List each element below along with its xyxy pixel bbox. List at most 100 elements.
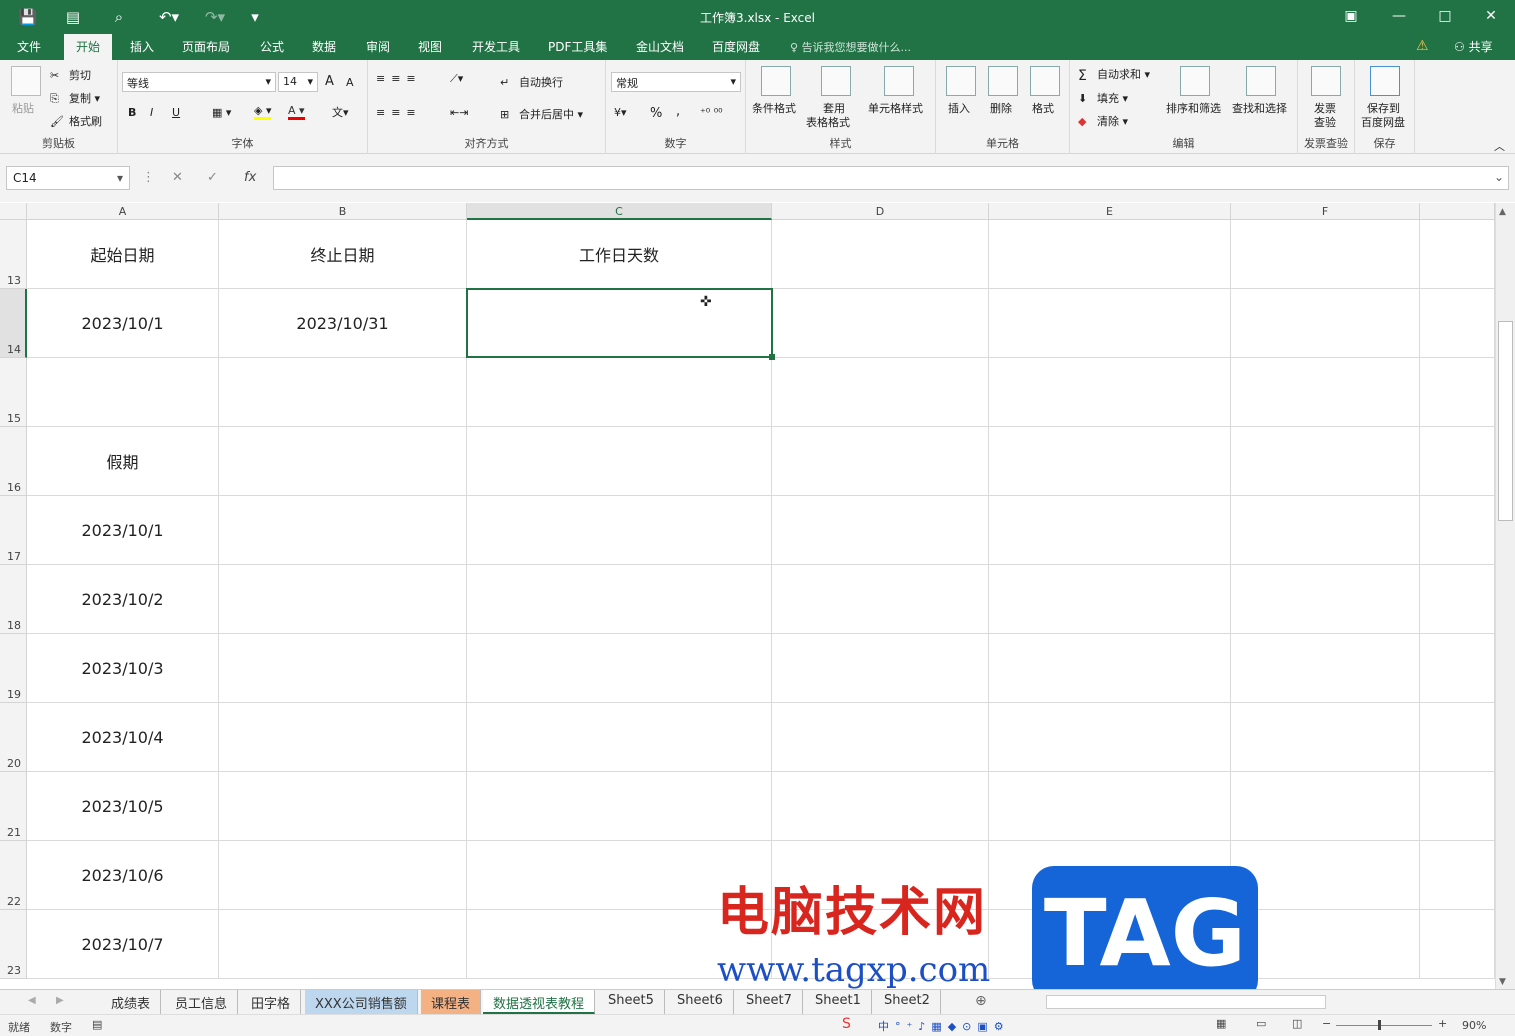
- cell[interactable]: [467, 703, 772, 772]
- cell[interactable]: [1231, 358, 1420, 427]
- autosum-button[interactable]: Σ 自动求和 ▾: [1078, 66, 1150, 84]
- cell[interactable]: [1420, 910, 1495, 979]
- warning-icon[interactable]: ⚠: [1416, 38, 1429, 54]
- tab-home[interactable]: 开始: [64, 34, 113, 60]
- format-table-label2[interactable]: 表格格式: [806, 114, 850, 130]
- delete-cells-icon[interactable]: [988, 66, 1018, 96]
- zoom-in-icon[interactable]: +: [1438, 1017, 1447, 1030]
- font-name-combo[interactable]: 等线 ▾: [122, 72, 276, 92]
- cell[interactable]: 2023/10/7: [27, 910, 219, 979]
- cell[interactable]: [1231, 496, 1420, 565]
- cell[interactable]: [1420, 703, 1495, 772]
- paste-icon[interactable]: [11, 66, 41, 96]
- cell[interactable]: [1420, 220, 1495, 289]
- enter-button[interactable]: ✓: [207, 170, 218, 185]
- tab-view[interactable]: 视图: [418, 38, 442, 55]
- tab-baidu-netdisk[interactable]: 百度网盘: [712, 38, 760, 55]
- active-cell-c14[interactable]: [466, 288, 775, 360]
- row-header-23[interactable]: 23: [0, 910, 27, 979]
- grow-font-button[interactable]: A: [325, 74, 334, 89]
- vertical-scrollbar[interactable]: ▲ ▼: [1495, 203, 1515, 989]
- row-header-15[interactable]: 15: [0, 358, 27, 427]
- insert-cells-button[interactable]: 插入: [948, 100, 970, 116]
- collapse-ribbon-icon[interactable]: ︿: [1494, 138, 1505, 154]
- tab-review[interactable]: 审阅: [366, 38, 390, 55]
- select-all-corner[interactable]: [0, 203, 27, 220]
- row-header-19[interactable]: 19: [0, 634, 27, 703]
- column-header-a[interactable]: A: [27, 203, 219, 220]
- cell[interactable]: [772, 772, 989, 841]
- fill-handle[interactable]: [769, 354, 775, 360]
- shrink-font-button[interactable]: A: [346, 76, 354, 89]
- sheet-tab[interactable]: 课程表: [421, 990, 482, 1014]
- baidu-cloud-icon[interactable]: [1370, 66, 1400, 96]
- tell-me-box[interactable]: ♀ 告诉我您想要做什么...: [790, 39, 911, 55]
- currency-icon[interactable]: ¥▾: [614, 106, 627, 119]
- conditional-format-icon[interactable]: [761, 66, 791, 96]
- name-box[interactable]: C14 ▾: [6, 166, 130, 190]
- sheet-tab[interactable]: 员工信息: [165, 990, 239, 1014]
- page-layout-view-icon[interactable]: ▭: [1256, 1017, 1266, 1030]
- formula-input[interactable]: ⌄: [273, 166, 1509, 190]
- sheet-tab[interactable]: Sheet5: [598, 990, 665, 1014]
- cell[interactable]: [989, 427, 1231, 496]
- tab-data[interactable]: 数据: [312, 38, 336, 55]
- cell[interactable]: [1231, 910, 1420, 979]
- cell[interactable]: [989, 289, 1231, 358]
- orientation-icon[interactable]: ⟋▾: [450, 72, 463, 86]
- cell[interactable]: [1231, 772, 1420, 841]
- row-header-21[interactable]: 21: [0, 772, 27, 841]
- sheet-tab[interactable]: Sheet7: [736, 990, 803, 1014]
- sheet-tab[interactable]: Sheet6: [667, 990, 734, 1014]
- normal-view-icon[interactable]: ▦: [1216, 1017, 1226, 1030]
- format-table-icon[interactable]: [821, 66, 851, 96]
- cell[interactable]: [989, 772, 1231, 841]
- find-select-button[interactable]: 查找和选择: [1232, 100, 1287, 116]
- cell[interactable]: [219, 703, 467, 772]
- tab-insert[interactable]: 插入: [130, 38, 154, 55]
- scroll-down-icon[interactable]: ▼: [1499, 977, 1506, 987]
- clear-button[interactable]: ◆ 清除 ▾: [1078, 113, 1128, 129]
- cell[interactable]: [219, 358, 467, 427]
- sort-filter-button[interactable]: 排序和筛选: [1166, 100, 1221, 116]
- minimize-button[interactable]: —: [1384, 4, 1414, 28]
- cell[interactable]: [219, 772, 467, 841]
- cell[interactable]: [467, 427, 772, 496]
- expand-icon[interactable]: ⌄: [1494, 170, 1504, 184]
- ime-toolbar-icons[interactable]: 中°⁺♪▦◆⊙▣⚙: [878, 1018, 1010, 1034]
- cell[interactable]: [772, 634, 989, 703]
- zoom-level[interactable]: 90%: [1462, 1019, 1486, 1032]
- sheet-tab[interactable]: XXX公司销售额: [305, 990, 418, 1014]
- cell[interactable]: [1231, 703, 1420, 772]
- border-icon[interactable]: ▦ ▾: [212, 106, 231, 119]
- cell[interactable]: [1231, 565, 1420, 634]
- cell[interactable]: [1231, 220, 1420, 289]
- column-header-e[interactable]: E: [989, 203, 1231, 220]
- cell[interactable]: [772, 496, 989, 565]
- cell[interactable]: [1420, 427, 1495, 496]
- row-header-17[interactable]: 17: [0, 496, 27, 565]
- tab-scroll-left-icon[interactable]: ◀: [28, 995, 36, 1006]
- ribbon-display-icon[interactable]: ▣: [1336, 4, 1366, 28]
- insert-function-button[interactable]: fx: [244, 170, 256, 185]
- cell[interactable]: 2023/10/1: [27, 496, 219, 565]
- horizontal-scrollbar[interactable]: [1046, 995, 1326, 1009]
- cell[interactable]: [1420, 496, 1495, 565]
- maximize-button[interactable]: □: [1430, 4, 1460, 28]
- cell[interactable]: [772, 358, 989, 427]
- cell[interactable]: [989, 703, 1231, 772]
- indent-icons[interactable]: ⇤⇥: [450, 106, 468, 119]
- font-size-combo[interactable]: 14 ▾: [278, 72, 318, 92]
- delete-cells-button[interactable]: 删除: [990, 100, 1012, 116]
- cell[interactable]: 起始日期: [27, 220, 219, 289]
- cell[interactable]: [1420, 565, 1495, 634]
- cell[interactable]: 终止日期: [219, 220, 467, 289]
- sheet-tab[interactable]: 田字格: [241, 990, 302, 1014]
- tab-page-layout[interactable]: 页面布局: [182, 38, 230, 55]
- zoom-out-icon[interactable]: −: [1322, 1017, 1331, 1030]
- cell[interactable]: [219, 565, 467, 634]
- cell[interactable]: 2023/10/6: [27, 841, 219, 910]
- cell[interactable]: [27, 358, 219, 427]
- row-header-20[interactable]: 20: [0, 703, 27, 772]
- close-button[interactable]: ✕: [1476, 4, 1506, 28]
